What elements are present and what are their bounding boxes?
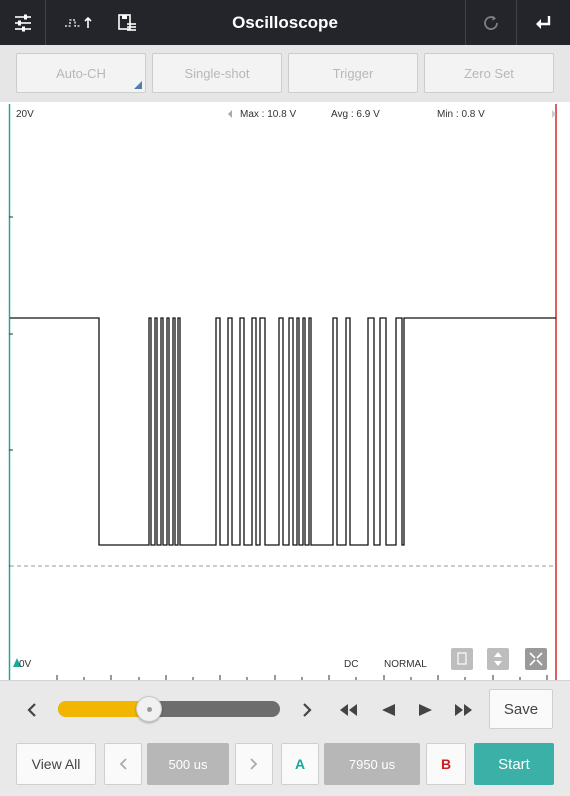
step-back-icon[interactable] <box>370 681 406 738</box>
zero-set-label: Zero Set <box>464 65 514 81</box>
fast-rewind-icon[interactable] <box>330 681 366 738</box>
single-shot-label: Single-shot <box>184 65 250 81</box>
cursor-a-button[interactable]: A <box>281 743 319 785</box>
prev-arrow-icon <box>228 110 232 118</box>
scroll-right-button[interactable] <box>292 681 322 738</box>
start-button[interactable]: Start <box>474 743 554 785</box>
page-title: Oscilloscope <box>232 13 338 32</box>
cursor-b-button[interactable]: B <box>426 743 466 785</box>
cursor-time-value: 7950 us <box>324 743 420 785</box>
zero-set-button[interactable]: Zero Set <box>424 53 554 93</box>
trigger-edge-icon[interactable] <box>56 0 106 45</box>
view-all-button[interactable]: View All <box>16 743 96 785</box>
zero-label: 0V <box>19 659 32 670</box>
single-shot-button[interactable]: Single-shot <box>152 53 282 93</box>
time-decrease-button[interactable] <box>104 743 142 785</box>
bottom-bar: View All 500 us A 7950 us B Start <box>0 737 570 796</box>
scope-icon-buttons <box>451 648 547 670</box>
save-button[interactable]: Save <box>489 689 553 729</box>
min-readout: Min : 0.8 V <box>437 109 485 120</box>
auto-ch-label: Auto-CH <box>56 65 106 81</box>
waveform-canvas[interactable] <box>0 102 570 680</box>
refresh-icon[interactable] <box>466 0 516 45</box>
time-increase-button[interactable] <box>235 743 273 785</box>
scope-display[interactable]: 20V Max : 10.8 V Avg : 6.9 V Min : 0.8 V… <box>0 102 570 680</box>
slider-handle[interactable] <box>136 696 162 722</box>
return-icon[interactable] <box>517 0 570 45</box>
avg-readout: Avg : 6.9 V <box>331 109 380 120</box>
scroll-left-button[interactable] <box>14 681 50 738</box>
dropdown-corner-icon <box>134 81 142 89</box>
scale-label: 20V <box>16 109 34 120</box>
auto-ch-button[interactable]: Auto-CH <box>16 53 146 93</box>
time-div-value: 500 us <box>147 743 229 785</box>
waveform-trace <box>10 317 556 546</box>
title-bar: Oscilloscope <box>0 0 570 45</box>
control-bar: Save <box>0 680 570 737</box>
step-forward-icon[interactable] <box>408 681 444 738</box>
mode-label: NORMAL <box>384 659 427 670</box>
time-slider[interactable] <box>58 696 280 722</box>
oscilloscope-app: Oscilloscope Auto-CH Single-shot Trigger <box>0 0 570 796</box>
trigger-label: Trigger <box>332 65 374 81</box>
max-readout: Max : 10.8 V <box>240 109 297 120</box>
fast-forward-icon[interactable] <box>444 681 484 738</box>
mode-toolbar: Auto-CH Single-shot Trigger Zero Set <box>0 45 570 102</box>
trigger-button[interactable]: Trigger <box>288 53 418 93</box>
settings-sliders-icon[interactable] <box>0 0 45 45</box>
coupling-label: DC <box>344 659 359 670</box>
